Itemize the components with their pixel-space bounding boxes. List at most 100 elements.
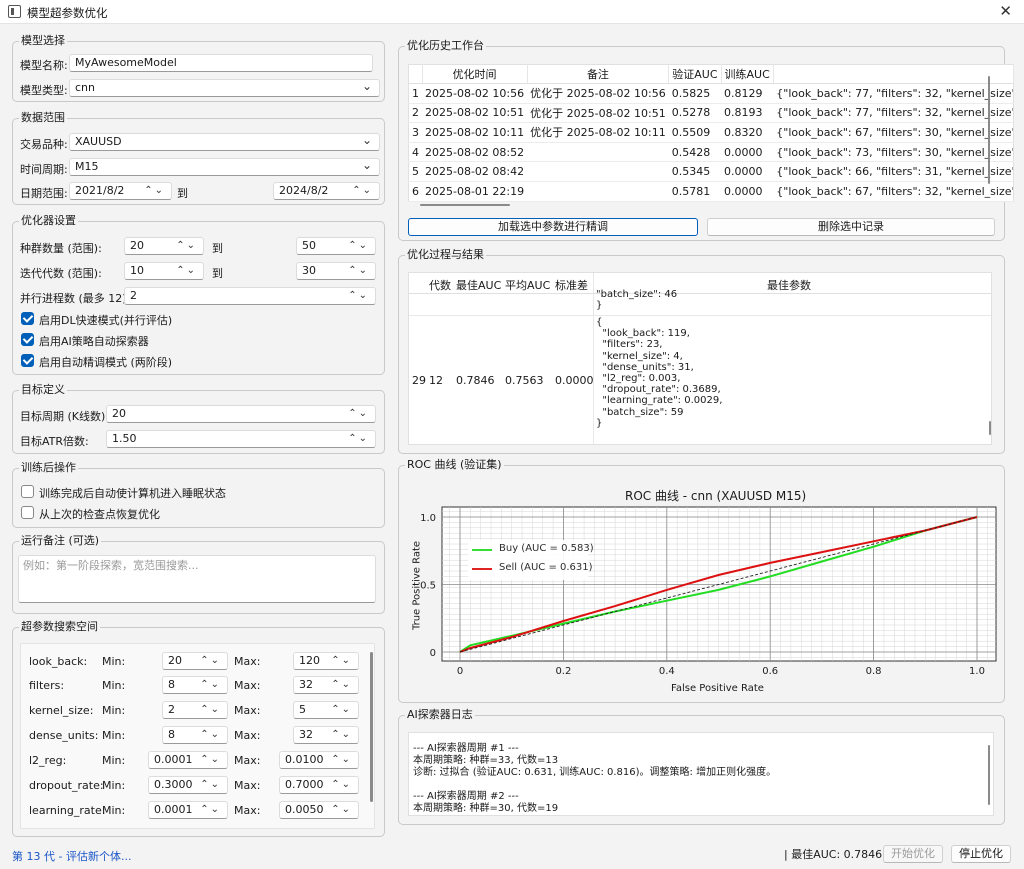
symbol-label: 交易品种: bbox=[20, 138, 68, 151]
delete-record-button[interactable]: 删除选中记录 bbox=[707, 218, 995, 236]
cell: {"look_back": 67, "filters": 30, "kernel… bbox=[773, 122, 1014, 143]
ai-explorer-checkbox[interactable] bbox=[21, 333, 34, 346]
dl-fast-label: 启用DL快速模式(并行评估) bbox=[39, 314, 173, 327]
col-val-auc[interactable]: 验证AUC bbox=[668, 64, 722, 84]
col-avg-auc[interactable]: 平均AUC bbox=[505, 277, 550, 293]
cell: 0.5345 bbox=[668, 161, 722, 182]
pop-max-input[interactable]: 50 bbox=[296, 237, 376, 255]
param-max-input[interactable]: 0.0050 bbox=[279, 801, 359, 819]
legend-sell-swatch bbox=[472, 568, 492, 570]
group-title: 优化过程与结果 bbox=[405, 248, 486, 262]
table-row[interactable]: 5 2025-08-02 08:42 0.5345 0.0000 {"look_back… bbox=[408, 161, 1014, 182]
param-min-input[interactable]: 0.0001 bbox=[148, 801, 228, 819]
date-label: 日期范围: bbox=[20, 187, 68, 200]
col-train-auc[interactable]: 训练AUC bbox=[721, 64, 774, 84]
gen-min-input[interactable]: 10 bbox=[124, 262, 204, 280]
max-label: Max: bbox=[234, 655, 261, 668]
cell: 2025-08-02 10:56 bbox=[422, 83, 528, 104]
table-row[interactable]: 6 2025-08-01 22:19 0.5781 0.0000 {"look_back… bbox=[408, 181, 1014, 202]
table-row[interactable]: 1 2025-08-02 10:56 优化于 2025-08-02 10:56 0.5… bbox=[408, 83, 1014, 104]
gen-max-input[interactable]: 30 bbox=[296, 262, 376, 280]
param-min-input[interactable]: 8 bbox=[162, 726, 228, 744]
notes-input[interactable]: 例如：第一阶段探索，宽范围搜索... bbox=[18, 555, 376, 603]
gen-label: 迭代代数 (范围): bbox=[20, 267, 102, 280]
min-label: Min: bbox=[102, 804, 126, 817]
cell: 0.5278 bbox=[668, 103, 722, 124]
cell bbox=[527, 161, 669, 182]
load-params-button[interactable]: 加载选中参数进行精调 bbox=[408, 218, 698, 236]
header-divider bbox=[409, 293, 991, 294]
row-avg-auc: 0.7563 bbox=[505, 374, 544, 387]
atr-input[interactable]: 1.50 bbox=[106, 430, 376, 448]
history-hscrollbar[interactable] bbox=[420, 204, 510, 206]
param-max-input[interactable]: 32 bbox=[293, 676, 359, 694]
date-from-input[interactable]: 2021/8/2 bbox=[69, 182, 172, 200]
date-to-input[interactable]: 2024/8/2 bbox=[273, 182, 380, 200]
param-max-input[interactable]: 32 bbox=[293, 726, 359, 744]
group-title: ROC 曲线 (验证集) bbox=[405, 458, 504, 472]
cell: 0.8129 bbox=[721, 83, 774, 104]
col-best-auc[interactable]: 最佳AUC bbox=[456, 277, 501, 293]
col-params[interactable] bbox=[773, 64, 1014, 84]
param-min-input[interactable]: 2 bbox=[162, 701, 228, 719]
table-row[interactable]: 3 2025-08-02 10:11 优化于 2025-08-02 10:11 0.5… bbox=[408, 122, 1014, 143]
symbol-select[interactable]: XAUUSD bbox=[69, 133, 380, 151]
target-cycle-input[interactable]: 20 bbox=[106, 405, 376, 423]
col-best-params[interactable]: 最佳参数 bbox=[767, 277, 811, 293]
row-divider bbox=[409, 315, 991, 316]
max-label: Max: bbox=[234, 804, 261, 817]
group-title: 模型选择 bbox=[19, 34, 67, 48]
start-button[interactable]: 开始优化 bbox=[883, 845, 943, 863]
param-name: look_back: bbox=[29, 655, 88, 668]
param-min-input[interactable]: 20 bbox=[162, 652, 228, 670]
table-row[interactable]: 2 2025-08-02 10:51 优化于 2025-08-02 10:51 0.5… bbox=[408, 103, 1014, 124]
min-label: Min: bbox=[102, 729, 126, 742]
group-title: 超参数搜索空间 bbox=[19, 620, 100, 634]
legend-buy-swatch bbox=[472, 549, 492, 551]
cell: {"look_back": 73, "filters": 30, "kernel… bbox=[773, 142, 1014, 163]
param-min-input[interactable]: 0.0001 bbox=[148, 751, 228, 769]
col-gen[interactable]: 代数 bbox=[429, 277, 451, 293]
model-type-select[interactable]: cnn bbox=[69, 79, 380, 97]
model-name-input[interactable]: MyAwesomeModel bbox=[69, 54, 373, 72]
cell: 2025-08-01 22:19 bbox=[422, 181, 528, 202]
col-note[interactable]: 备注 bbox=[527, 64, 670, 84]
auto-tune-checkbox[interactable] bbox=[21, 354, 34, 367]
row-std: 0.0000 bbox=[555, 374, 594, 387]
resume-checkbox[interactable] bbox=[21, 506, 34, 519]
param-max-input[interactable]: 0.7000 bbox=[279, 776, 359, 794]
sleep-checkbox[interactable] bbox=[21, 485, 34, 498]
min-label: Min: bbox=[102, 679, 126, 692]
close-icon[interactable]: ✕ bbox=[999, 2, 1012, 20]
group-title: 目标定义 bbox=[19, 383, 67, 397]
title-bar: 模型超参数优化 ✕ bbox=[0, 0, 1024, 24]
process-scrollbar[interactable] bbox=[989, 421, 991, 435]
pop-min-input[interactable]: 20 bbox=[124, 237, 204, 255]
table-row[interactable]: 4 2025-08-02 08:52 0.5428 0.0000 {"look_back… bbox=[408, 142, 1014, 163]
legend-buy: Buy (AUC = 0.583) bbox=[499, 543, 594, 554]
param-min-input[interactable]: 8 bbox=[162, 676, 228, 694]
cell: 1 bbox=[408, 83, 422, 104]
param-max-input[interactable]: 5 bbox=[293, 701, 359, 719]
history-table: 优化时间 备注 验证AUC 训练AUC 1 2025-08-02 10:56 优化于… bbox=[408, 64, 1014, 202]
period-select[interactable]: M15 bbox=[69, 158, 380, 176]
param-max-input[interactable]: 120 bbox=[293, 652, 359, 670]
ailog-scrollbar[interactable] bbox=[988, 745, 990, 805]
window-title: 模型超参数优化 bbox=[27, 6, 108, 20]
col-time[interactable]: 优化时间 bbox=[422, 64, 528, 84]
dl-fast-checkbox[interactable] bbox=[21, 312, 34, 325]
row-index: 29 bbox=[412, 374, 426, 387]
group-title: 训练后操作 bbox=[19, 461, 78, 475]
proc-input[interactable]: 2 bbox=[124, 287, 376, 305]
history-scrollbar[interactable] bbox=[988, 76, 990, 184]
y-axis-label: True Positive Rate bbox=[411, 540, 423, 631]
param-min-input[interactable]: 0.3000 bbox=[148, 776, 228, 794]
cell: 2025-08-02 10:51 bbox=[422, 103, 528, 124]
group-title: 数据范围 bbox=[19, 111, 67, 125]
stop-button[interactable]: 停止优化 bbox=[951, 845, 1011, 863]
col-std[interactable]: 标准差 bbox=[555, 277, 588, 293]
cell: 0.5509 bbox=[668, 122, 722, 143]
space-scrollbar[interactable] bbox=[370, 652, 373, 802]
param-max-input[interactable]: 0.0100 bbox=[279, 751, 359, 769]
atr-label: 目标ATR倍数: bbox=[20, 435, 89, 448]
